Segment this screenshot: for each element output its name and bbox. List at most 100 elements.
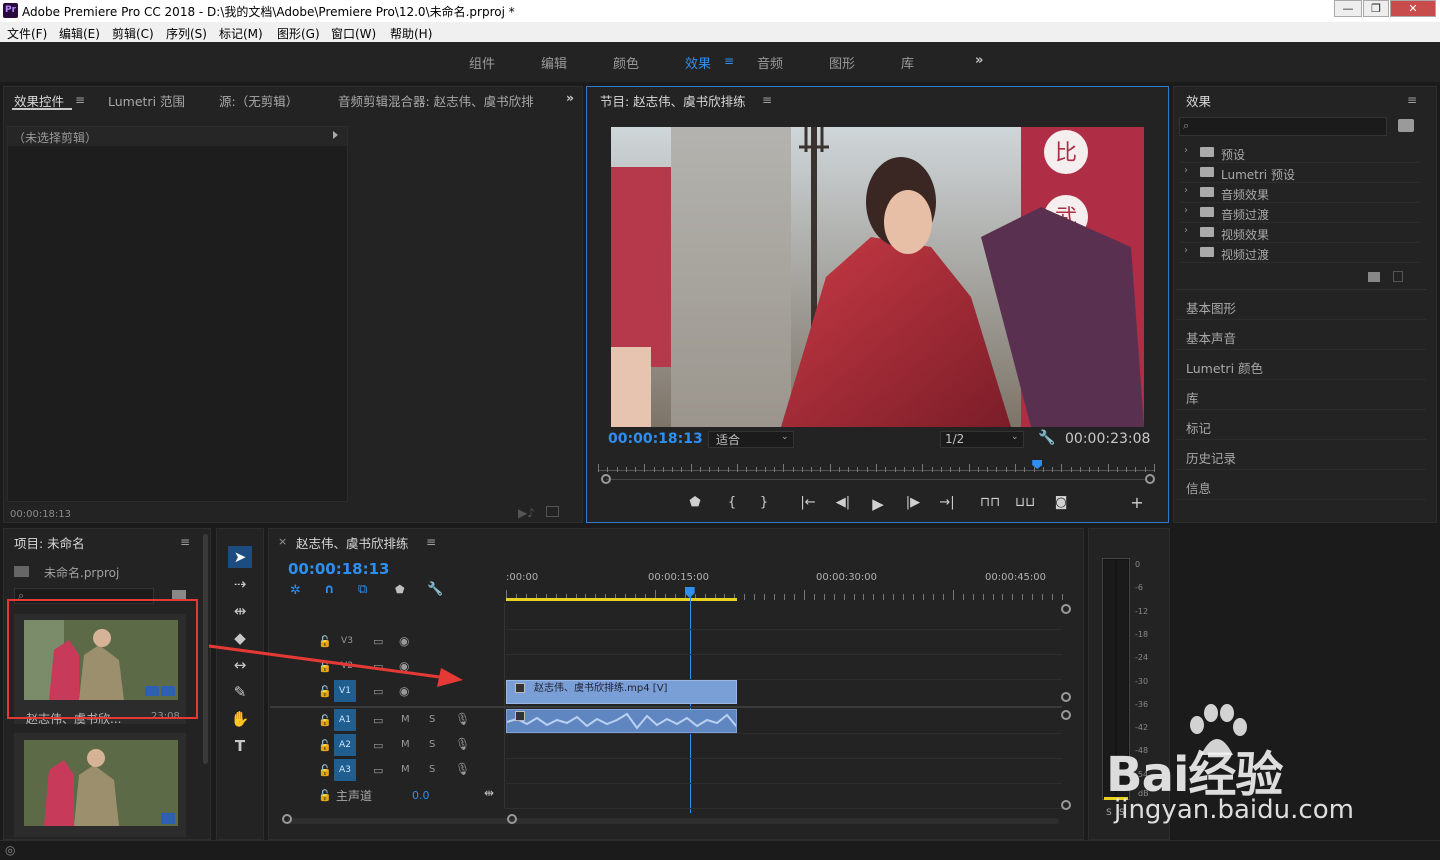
menu-file[interactable]: 文件(F) [7,25,47,42]
program-menu-icon[interactable]: ≡ [762,93,772,107]
export-frame-camera-icon[interactable]: ◙ [1051,495,1071,510]
lock-icon[interactable]: 🔓 [318,789,332,802]
mute-icon[interactable]: M [401,714,410,725]
workspace-tab-effects[interactable]: 效果 [685,53,711,72]
track-label-a3[interactable]: A3 [334,759,356,781]
menu-edit[interactable]: 编辑(E) [59,25,100,42]
maximize-button[interactable]: ❐ [1363,0,1389,17]
add-marker-icon[interactable]: ⬟ [685,495,705,510]
solo-left-button[interactable]: S [1106,808,1112,818]
tab-source[interactable]: 源:（无剪辑） [219,91,298,110]
section-essential-sound[interactable]: 基本声音 [1176,320,1426,350]
type-tool-icon[interactable]: T [228,735,252,757]
section-lumetri-color[interactable]: Lumetri 颜色 [1176,350,1426,380]
video-audio-divider[interactable] [270,706,1062,708]
audio-vscroll-handle-top[interactable] [1061,710,1071,720]
close-button[interactable]: ✕ [1390,0,1436,17]
vscroll-handle-bottom[interactable] [1061,692,1071,702]
export-icon[interactable] [546,506,559,517]
project-menu-icon[interactable]: ≡ [180,535,190,549]
zoom-scroll-bar[interactable] [606,479,1146,480]
voiceover-mic-icon[interactable]: 🎙 [455,712,470,726]
linked-selection-icon[interactable]: ⧉ [358,582,367,597]
lock-icon[interactable]: 🔓 [318,739,332,752]
timeline-timecode[interactable]: 00:00:18:13 [288,560,390,578]
audio-vscroll-handle-bottom[interactable] [1061,800,1071,810]
program-video-frame[interactable]: 比 武 招 亲 [611,127,1144,427]
go-to-in-icon[interactable]: |← [798,495,818,510]
workspace-tab-libraries[interactable]: 库 [901,53,914,72]
settings-wrench-icon[interactable]: 🔧 [1038,430,1055,446]
program-current-timecode[interactable]: 00:00:18:13 [608,431,703,447]
section-history[interactable]: 历史记录 [1176,440,1426,470]
effects-search-input[interactable] [1179,117,1387,136]
workspace-menu-icon[interactable]: ≡ [724,54,734,68]
master-volume-value[interactable]: 0.0 [412,789,430,802]
tab-audio-clip-mixer[interactable]: 音频剪辑混合器: 赵志伟、虞书欣排 [338,91,543,110]
go-to-end-icon[interactable]: ⇹ [484,786,494,800]
effects-tree-item[interactable]: › 预设 [1180,143,1420,163]
sync-lock-icon[interactable]: ▭ [373,714,383,727]
new-bin-icon[interactable] [1398,119,1414,132]
menu-clip[interactable]: 剪辑(C) [112,25,154,42]
hscroll-handle-left[interactable] [282,814,292,824]
mute-icon[interactable]: M [401,739,410,750]
delete-trash-icon[interactable] [1393,271,1403,282]
effects-tree-item[interactable]: › 音频效果 [1180,183,1420,203]
workspace-tab-audio[interactable]: 音频 [757,53,783,72]
workspace-overflow-icon[interactable]: » [975,53,983,68]
insert-nest-icon[interactable]: ✲ [290,583,301,598]
hand-tool-icon[interactable]: ✋ [228,708,252,730]
add-marker-icon[interactable]: ⬟ [395,583,405,596]
effects-tree-item[interactable]: › 视频效果 [1180,223,1420,243]
effects-menu-icon[interactable]: ≡ [1407,93,1417,107]
lock-icon[interactable]: 🔓 [318,764,332,777]
step-back-icon[interactable]: ◀| [833,495,853,510]
tab-lumetri-scopes[interactable]: Lumetri 范围 [108,91,185,110]
menu-sequence[interactable]: 序列(S) [166,25,207,42]
menu-marker[interactable]: 标记(M) [219,25,263,42]
work-area-bar[interactable] [506,598,738,601]
solo-icon[interactable]: S [429,714,435,725]
menu-help[interactable]: 帮助(H) [390,25,432,42]
panel-overflow-icon[interactable]: » [566,90,574,105]
close-sequence-icon[interactable]: × [278,535,287,548]
menu-window[interactable]: 窗口(W) [331,25,376,42]
menu-graphics[interactable]: 图形(G) [277,25,320,42]
ripple-edit-tool-icon[interactable]: ⇹ [228,600,252,622]
hscroll-handle-right[interactable] [507,814,517,824]
timeline-settings-wrench-icon[interactable]: 🔧 [427,582,443,597]
workspace-tab-graphics[interactable]: 图形 [829,53,855,72]
play-icon[interactable]: ▶ [868,495,888,513]
vscroll-handle-top[interactable] [1061,604,1071,614]
zoom-handle-left[interactable] [601,474,611,484]
solo-icon[interactable]: S [429,739,435,750]
audio-clip[interactable] [506,709,738,733]
effects-tree-item[interactable]: › 视频过渡 [1180,243,1420,263]
zoom-handle-right[interactable] [1145,474,1155,484]
effects-tree-item[interactable]: › 音频过渡 [1180,203,1420,223]
mute-icon[interactable]: M [401,764,410,775]
workspace-tab-assembly[interactable]: 组件 [469,53,495,72]
effects-tree-item[interactable]: › Lumetri 预设 [1180,163,1420,183]
extract-icon[interactable]: ⊔⊔ [1015,495,1035,510]
new-folder-icon[interactable] [1368,272,1380,282]
voiceover-mic-icon[interactable]: 🎙 [455,762,470,776]
section-markers[interactable]: 标记 [1176,410,1426,440]
lift-icon[interactable]: ⊓⊓ [980,495,1000,510]
panel-menu-icon[interactable]: ≡ [75,93,85,107]
snap-magnet-icon[interactable]: ∩ [324,582,335,597]
solo-icon[interactable]: S [429,764,435,775]
button-editor-plus-icon[interactable]: + [1127,493,1147,512]
workspace-tab-color[interactable]: 颜色 [613,53,639,72]
track-label-a2[interactable]: A2 [334,734,356,756]
sequence-menu-icon[interactable]: ≡ [426,535,436,549]
sync-lock-icon[interactable]: ▭ [373,764,383,777]
sequence-tab[interactable]: 赵志伟、虞书欣排练 [296,533,409,552]
selection-tool-icon[interactable]: ➤ [228,546,252,568]
lock-icon[interactable]: 🔓 [318,714,332,727]
step-forward-icon[interactable]: |▶ [903,495,923,510]
track-select-tool-icon[interactable]: ⇢ [228,573,252,595]
track-label-a1[interactable]: A1 [334,709,356,731]
minimize-button[interactable]: — [1334,0,1362,17]
